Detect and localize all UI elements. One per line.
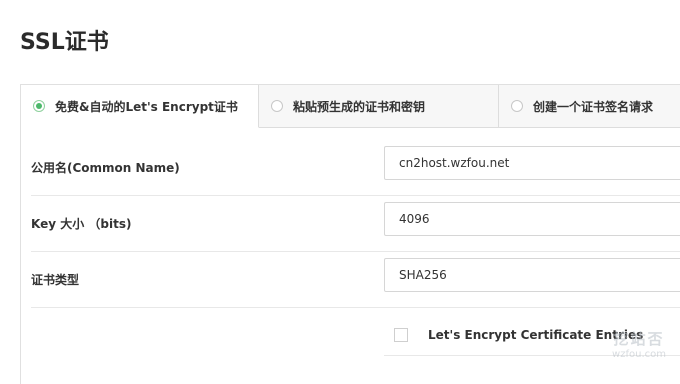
radio-lets-encrypt[interactable] — [33, 100, 45, 112]
cert-type-row: 证书类型 — [31, 251, 680, 308]
entries-label: Let's Encrypt Certificate Entries — [428, 328, 644, 342]
key-size-input[interactable] — [384, 202, 680, 236]
radio-paste-certificate[interactable] — [271, 100, 283, 112]
tab-lets-encrypt[interactable]: 免费&自动的Let's Encrypt证书 — [21, 85, 259, 128]
tab-paste-certificate[interactable]: 粘贴预生成的证书和密钥 — [259, 85, 499, 127]
tab-create-csr[interactable]: 创建一个证书签名请求 — [499, 85, 680, 127]
watermark-domain: wzfou.com — [612, 349, 666, 360]
ssl-settings-panel: 免费&自动的Let's Encrypt证书 粘贴预生成的证书和密钥 创建一个证书… — [20, 84, 680, 384]
key-size-row: Key 大小 （bits) — [31, 195, 680, 252]
page-title: SSL证书 — [20, 30, 109, 55]
common-name-label: 公用名(Common Name) — [31, 161, 180, 175]
key-size-label: Key 大小 （bits) — [31, 217, 132, 231]
watermark: 挖站否 wzfou.com — [612, 328, 666, 360]
entries-option: Let's Encrypt Certificate Entries — [394, 328, 643, 342]
cert-type-input[interactable] — [384, 258, 680, 292]
common-name-row: 公用名(Common Name) — [31, 139, 680, 196]
cert-type-label: 证书类型 — [31, 273, 80, 287]
radio-create-csr[interactable] — [511, 100, 523, 112]
watermark-text: 挖站否 — [613, 330, 665, 348]
ssl-mode-tabs: 免费&自动的Let's Encrypt证书 粘贴预生成的证书和密钥 创建一个证书… — [21, 85, 680, 128]
entries-checkbox[interactable] — [394, 328, 408, 342]
tab-paste-certificate-label: 粘贴预生成的证书和密钥 — [293, 99, 426, 114]
common-name-input[interactable] — [384, 146, 680, 180]
tab-lets-encrypt-label: 免费&自动的Let's Encrypt证书 — [55, 99, 238, 114]
tab-create-csr-label: 创建一个证书签名请求 — [533, 99, 654, 114]
